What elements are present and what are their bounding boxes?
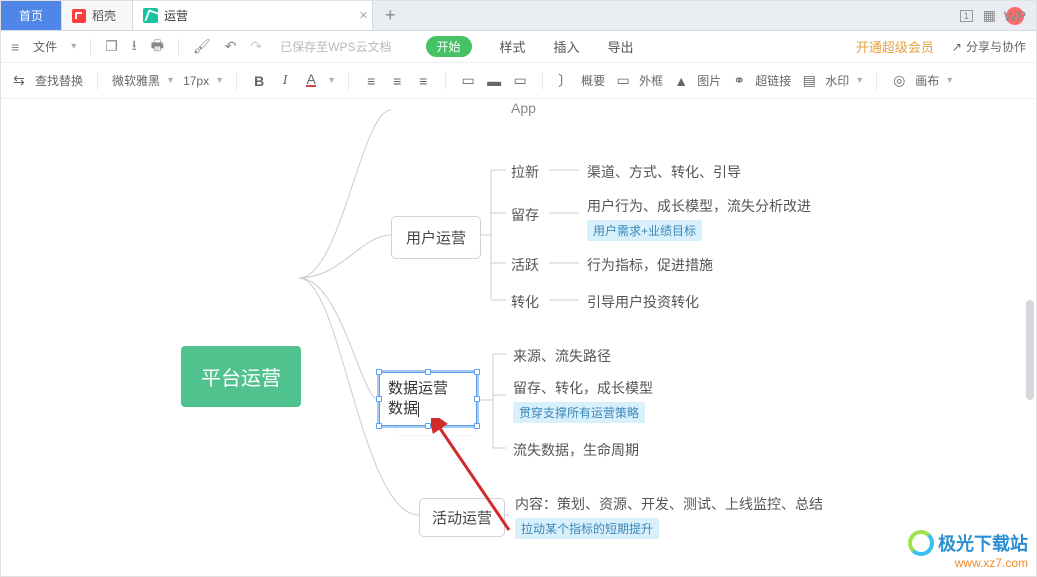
chevron-down-icon[interactable]: ▾: [329, 75, 334, 86]
watermark-icon: ▤: [801, 73, 817, 89]
tag-data: 贯穿支撑所有运营策略: [513, 402, 645, 423]
tag-activity: 拉动某个指标的短期提升: [515, 518, 659, 539]
subnode-huoyue[interactable]: 活跃: [511, 255, 539, 275]
subnode-liucun[interactable]: 留存: [511, 205, 539, 225]
mindmap-icon: [143, 8, 158, 23]
new-window-icon[interactable]: ❐: [105, 38, 118, 55]
chevron-down-icon: ▾: [71, 41, 76, 52]
tab-label: 运营: [164, 7, 188, 24]
tab-label: 稻壳: [92, 7, 116, 24]
node-style-2-icon[interactable]: ▬: [486, 73, 502, 89]
image-icon: ▲: [673, 73, 689, 89]
vip-link[interactable]: 开通超级会员: [856, 37, 934, 56]
leaf-text: 用户行为、成长模型，流失分析改进: [587, 198, 811, 214]
link-icon: ⚭: [731, 73, 747, 89]
tab-home[interactable]: 首页: [1, 1, 62, 30]
align-center-icon[interactable]: ≡: [389, 73, 405, 89]
chevron-down-icon[interactable]: ▾: [217, 75, 222, 86]
print-icon[interactable]: 🖶: [151, 35, 164, 59]
font-size-select[interactable]: 17px: [183, 74, 209, 88]
share-button[interactable]: ↗ 分享与协作: [952, 38, 1026, 55]
undo-icon[interactable]: ↶: [225, 38, 237, 55]
subnode-laxin[interactable]: 拉新: [511, 162, 539, 182]
leaf-activity[interactable]: 内容：策划、资源、开发、测试、上线监控、总结 拉动某个指标的短期提升: [515, 494, 823, 539]
text-color-button[interactable]: A: [303, 73, 319, 89]
image-button[interactable]: 图片: [697, 72, 721, 89]
chevron-down-icon[interactable]: ▾: [947, 75, 952, 86]
italic-button[interactable]: I: [277, 73, 293, 89]
layout-icon-1[interactable]: 1: [960, 10, 973, 22]
leaf-data-2[interactable]: 留存、转化，成长模型 贯穿支撑所有运营策略: [513, 378, 653, 423]
share-icon: ↗: [952, 40, 962, 54]
menu-file[interactable]: 文件: [33, 38, 57, 55]
hyperlink-button[interactable]: 超链接: [755, 72, 791, 89]
canvas-icon: ◎: [891, 73, 907, 89]
canvas-button[interactable]: 画布: [915, 72, 939, 89]
node-activity-ops[interactable]: 活动运营: [419, 498, 505, 537]
leaf-data-3[interactable]: 流失数据，生命周期: [513, 440, 639, 460]
tab-bar: 首页 稻壳 运营 ✕ + 1 ▦ WP: [1, 1, 1036, 31]
leaf-text: 内容：策划、资源、开发、测试、上线监控、总结: [515, 496, 823, 512]
node-style-1-icon[interactable]: ▭: [460, 73, 476, 89]
cutoff-node[interactable]: App: [511, 100, 536, 116]
tab-style[interactable]: 样式: [500, 37, 526, 56]
tab-daoke[interactable]: 稻壳: [62, 1, 133, 30]
align-right-icon[interactable]: ≡: [415, 73, 431, 89]
leaf-data-1[interactable]: 来源、流失路径: [513, 346, 611, 366]
window-controls: 1 ▦ WP: [960, 1, 1036, 30]
hamburger-icon[interactable]: ≡: [11, 39, 19, 55]
tab-start[interactable]: 开始: [426, 36, 472, 57]
close-icon[interactable]: ✕: [359, 9, 368, 22]
root-node[interactable]: 平台运营: [181, 346, 301, 407]
watermark-button[interactable]: 水印: [825, 72, 849, 89]
leaf-huoyue[interactable]: 行为指标，促进措施: [587, 255, 713, 275]
format-brush-icon[interactable]: 🖌: [193, 38, 211, 55]
outline-icon: 〕: [557, 73, 573, 89]
mindmap-canvas[interactable]: App 平台运营 用户运营 拉新 渠道、方式、转化、引导 留存 用户行为、成长模…: [1, 100, 1036, 576]
subnode-zhuanhua[interactable]: 转化: [511, 292, 539, 312]
edit-line1: 数据运营: [388, 380, 448, 397]
chevron-down-icon[interactable]: ▾: [168, 75, 173, 86]
node-user-ops[interactable]: 用户运营: [391, 216, 481, 259]
leaf-laxin[interactable]: 渠道、方式、转化、引导: [587, 162, 741, 182]
avatar[interactable]: WP: [1006, 7, 1024, 25]
outline-button[interactable]: 概要: [581, 72, 605, 89]
scrollbar-thumb[interactable]: [1026, 300, 1034, 400]
tag-liucun: 用户需求+业绩目标: [587, 220, 702, 241]
menu-bar: ≡ 文件 ▾ ❐ ⭳ 🖶 🖌 ↶ ↷ 已保存至WPS云文档 开始 样式 插入 导…: [1, 31, 1036, 63]
leaf-liucun[interactable]: 用户行为、成长模型，流失分析改进 用户需求+业绩目标: [587, 196, 811, 241]
grid-icon[interactable]: ▦: [983, 7, 996, 24]
redo-icon[interactable]: ↷: [250, 38, 262, 55]
tab-insert[interactable]: 插入: [554, 37, 580, 56]
node-style-3-icon[interactable]: ▭: [512, 73, 528, 89]
daoke-icon: [72, 9, 86, 23]
download-icon[interactable]: ⭳: [132, 35, 137, 59]
edit-line2: 数据: [388, 400, 418, 417]
node-data-ops-editing[interactable]: 数据运营 数据: [379, 372, 477, 426]
border-icon: ▭: [615, 73, 631, 89]
text-caret: [418, 402, 419, 417]
find-replace-button[interactable]: 查找替换: [35, 72, 83, 89]
tab-export[interactable]: 导出: [608, 37, 634, 56]
chevron-down-icon[interactable]: ▾: [857, 75, 862, 86]
share-label: 分享与协作: [966, 38, 1026, 55]
leaf-text: 留存、转化，成长模型: [513, 380, 653, 396]
font-family-select[interactable]: 微软雅黑: [112, 72, 160, 89]
bold-button[interactable]: B: [251, 73, 267, 89]
new-tab-button[interactable]: +: [373, 1, 408, 30]
swap-icon[interactable]: ⇆: [11, 73, 27, 89]
tab-active[interactable]: 运营 ✕: [133, 1, 373, 30]
leaf-zhuanhua[interactable]: 引导用户投资转化: [587, 292, 699, 312]
border-button[interactable]: 外框: [639, 72, 663, 89]
toolbar: ⇆ 查找替换 微软雅黑 ▾ 17px ▾ B I A ▾ ≡ ≡ ≡ ▭ ▬ ▭…: [1, 63, 1036, 99]
save-status: 已保存至WPS云文档: [280, 38, 391, 55]
align-left-icon[interactable]: ≡: [363, 73, 379, 89]
